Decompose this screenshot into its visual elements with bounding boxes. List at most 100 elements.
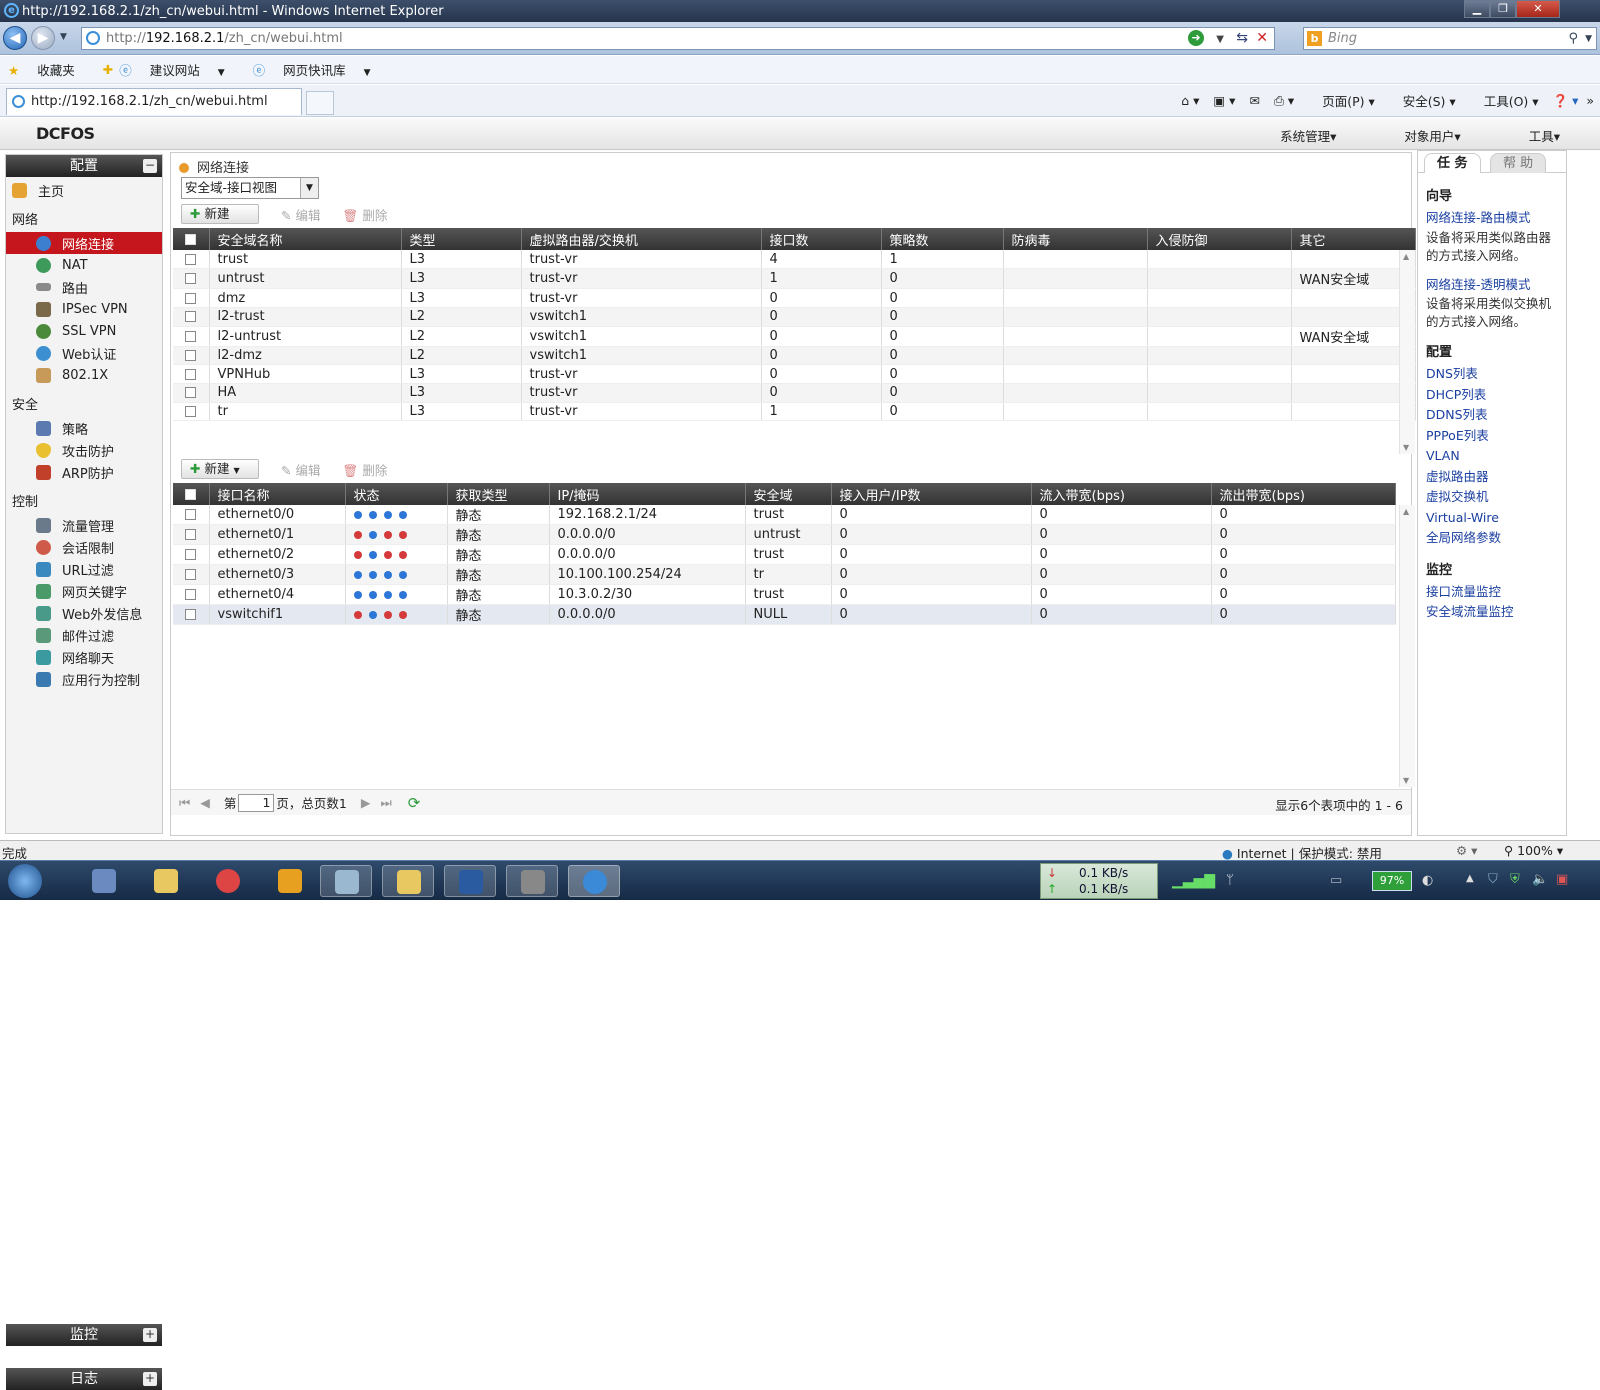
column-header[interactable]: 入侵防御 (1147, 228, 1292, 250)
show-hidden-icons-icon[interactable]: ▲ (1466, 873, 1474, 884)
taskbar-explorer[interactable] (382, 865, 434, 897)
row-checkbox[interactable] (185, 349, 197, 361)
search-dropdown-icon[interactable]: ▼ (1585, 29, 1592, 50)
minimize-button[interactable]: ▁ (1464, 0, 1490, 18)
new-tab-button[interactable] (306, 91, 334, 115)
last-page-icon[interactable]: ⏭ (380, 795, 391, 811)
menu-objects-users[interactable]: 对象用户▾ (1370, 126, 1460, 145)
delete-zone-button[interactable]: 🗑 删除 (342, 205, 387, 224)
expand-icon[interactable]: + (143, 1328, 157, 1342)
column-header[interactable]: 接口数 (761, 228, 882, 250)
chevron-down-icon[interactable]: ▼ (300, 178, 318, 198)
row-checkbox-cell[interactable] (173, 346, 210, 366)
sidebar-log-header[interactable]: 日志 + (6, 1368, 162, 1390)
sidebar-item-home[interactable]: 主页 (6, 179, 162, 201)
sidebar-item-policy[interactable]: 策略 (6, 417, 162, 439)
row-checkbox-cell[interactable] (173, 544, 210, 565)
sidebar-item-traffic-management[interactable]: 流量管理 (6, 514, 162, 536)
taskbar-word[interactable] (444, 865, 496, 897)
sidebar-item-nat[interactable]: NAT (6, 254, 162, 276)
zone-traffic-monitor-link[interactable]: 安全域流量监控 (1426, 602, 1566, 623)
row-checkbox[interactable] (185, 529, 197, 540)
home-icon[interactable]: ⌂ ▾ (1181, 93, 1199, 108)
tools-menu[interactable]: 工具(O) ▾ (1470, 91, 1539, 110)
tray-security-icon[interactable]: ⛨ (1510, 872, 1520, 887)
table-row[interactable]: ethernet0/4 静态 10.3.0.2/30 trust 0 0 0 (173, 584, 1396, 605)
view-select[interactable]: 安全域-接口视图 ▼ (181, 177, 319, 199)
new-zone-button[interactable]: ✚ 新建 (181, 204, 259, 224)
add-favorite-icon[interactable]: ✚ (103, 62, 113, 77)
row-checkbox-cell[interactable] (173, 584, 210, 605)
table-row[interactable]: vswitchif1 静态 0.0.0.0/0 NULL 0 0 0 (173, 604, 1396, 625)
column-header[interactable]: 安全域名称 (209, 228, 402, 250)
prev-page-icon[interactable]: ◀ (200, 795, 210, 810)
dns-list-link[interactable]: DNS列表 (1426, 364, 1566, 385)
row-checkbox[interactable] (185, 569, 197, 580)
column-header[interactable]: 其它 (1291, 228, 1416, 250)
row-checkbox[interactable] (185, 273, 197, 285)
column-header[interactable]: 防病毒 (1003, 228, 1148, 250)
overflow-chevron-icon[interactable]: » (1586, 93, 1594, 108)
virtual-switch-link[interactable]: 虚拟交换机 (1426, 487, 1566, 508)
sidebar-item-routing[interactable]: 路由 (6, 276, 162, 298)
row-checkbox-cell[interactable] (173, 326, 210, 347)
table-row[interactable]: HA L3 trust-vr 0 0 (173, 383, 1416, 403)
column-header[interactable]: 接口名称 (209, 483, 346, 505)
sidebar-config-header[interactable]: 配置 − (6, 155, 162, 177)
forward-arrow-icon[interactable]: ▶ (31, 26, 55, 50)
sidebar-item-session-limit[interactable]: 会话限制 (6, 536, 162, 558)
maximize-button[interactable]: ❐ (1490, 0, 1516, 18)
row-checkbox-cell[interactable] (173, 307, 210, 327)
edit-interface-button[interactable]: ✎ 编辑 (281, 460, 320, 479)
table-row[interactable]: l2-dmz L2 vswitch1 0 0 (173, 346, 1416, 366)
antenna-icon[interactable]: ᛘ (1226, 873, 1234, 888)
table-row[interactable]: dmz L3 trust-vr 0 0 (173, 288, 1416, 308)
taskbar-chrome[interactable] (202, 865, 254, 897)
row-checkbox[interactable] (185, 330, 197, 342)
tray-shield-icon[interactable]: ⛉ (1488, 872, 1498, 887)
column-header[interactable]: 虚拟路由器/交换机 (521, 228, 762, 250)
taskbar-computer[interactable] (78, 865, 130, 897)
row-checkbox[interactable] (185, 509, 197, 520)
row-checkbox[interactable] (185, 589, 197, 600)
interface-traffic-monitor-link[interactable]: 接口流量监控 (1426, 582, 1566, 603)
table-row[interactable]: VPNHub L3 trust-vr 0 0 (173, 364, 1416, 384)
row-checkbox[interactable] (185, 368, 197, 380)
taskbar-ie[interactable] (568, 865, 620, 897)
feeds-icon[interactable]: ▣ ▾ (1213, 93, 1235, 108)
table-row[interactable]: tr L3 trust-vr 1 0 (173, 402, 1416, 422)
row-checkbox[interactable] (185, 405, 197, 417)
page-menu[interactable]: 页面(P) ▾ (1308, 91, 1375, 110)
row-checkbox[interactable] (185, 292, 197, 304)
sidebar-item-network-connection[interactable]: 网络连接 (6, 232, 162, 254)
row-checkbox-cell[interactable] (173, 364, 210, 384)
table-row[interactable]: ethernet0/2 静态 0.0.0.0/0 trust 0 0 0 (173, 544, 1396, 565)
menu-system-management[interactable]: 系统管理▾ (1246, 126, 1336, 145)
help-icon[interactable]: ❓ ▾ (1553, 93, 1579, 109)
sidebar-item-arp-defense[interactable]: ARP防护 (6, 461, 162, 483)
favorites-button[interactable]: ★ 收藏夹 (8, 60, 89, 79)
taskbar-outlook[interactable] (264, 865, 316, 897)
column-header[interactable]: 类型 (401, 228, 522, 250)
column-header[interactable]: 安全域 (745, 483, 832, 505)
back-arrow-icon[interactable]: ◀ (3, 26, 27, 50)
row-checkbox-cell[interactable] (173, 604, 210, 625)
address-dropdown-icon[interactable]: ▼ (1216, 29, 1224, 50)
virtual-router-link[interactable]: 虚拟路由器 (1426, 467, 1566, 488)
new-interface-button[interactable]: ✚ 新建 ▼ (181, 459, 259, 479)
first-page-icon[interactable]: ⏮ (179, 795, 190, 811)
zoom-control[interactable]: ⚲ 100% ▾ (1504, 843, 1563, 858)
pppoe-list-link[interactable]: PPPoE列表 (1426, 426, 1566, 447)
row-checkbox[interactable] (185, 253, 197, 265)
row-checkbox-cell[interactable] (173, 383, 210, 403)
column-header[interactable]: 状态 (345, 483, 448, 505)
table-row[interactable]: ethernet0/1 静态 0.0.0.0/0 untrust 0 0 0 (173, 524, 1396, 545)
edit-zone-button[interactable]: ✎ 编辑 (281, 205, 320, 224)
sidebar-item-8021x[interactable]: 802.1X (6, 364, 162, 386)
column-header[interactable]: 流出带宽(bps) (1211, 483, 1396, 505)
compatibility-view-icon[interactable]: ➜ (1188, 30, 1204, 46)
global-network-params-link[interactable]: 全局网络参数 (1426, 528, 1566, 549)
keyboard-icon[interactable]: ▭ (1330, 873, 1342, 888)
sidebar-item-web-auth[interactable]: Web认证 (6, 342, 162, 364)
network-icon[interactable]: ▣ (1556, 872, 1568, 887)
